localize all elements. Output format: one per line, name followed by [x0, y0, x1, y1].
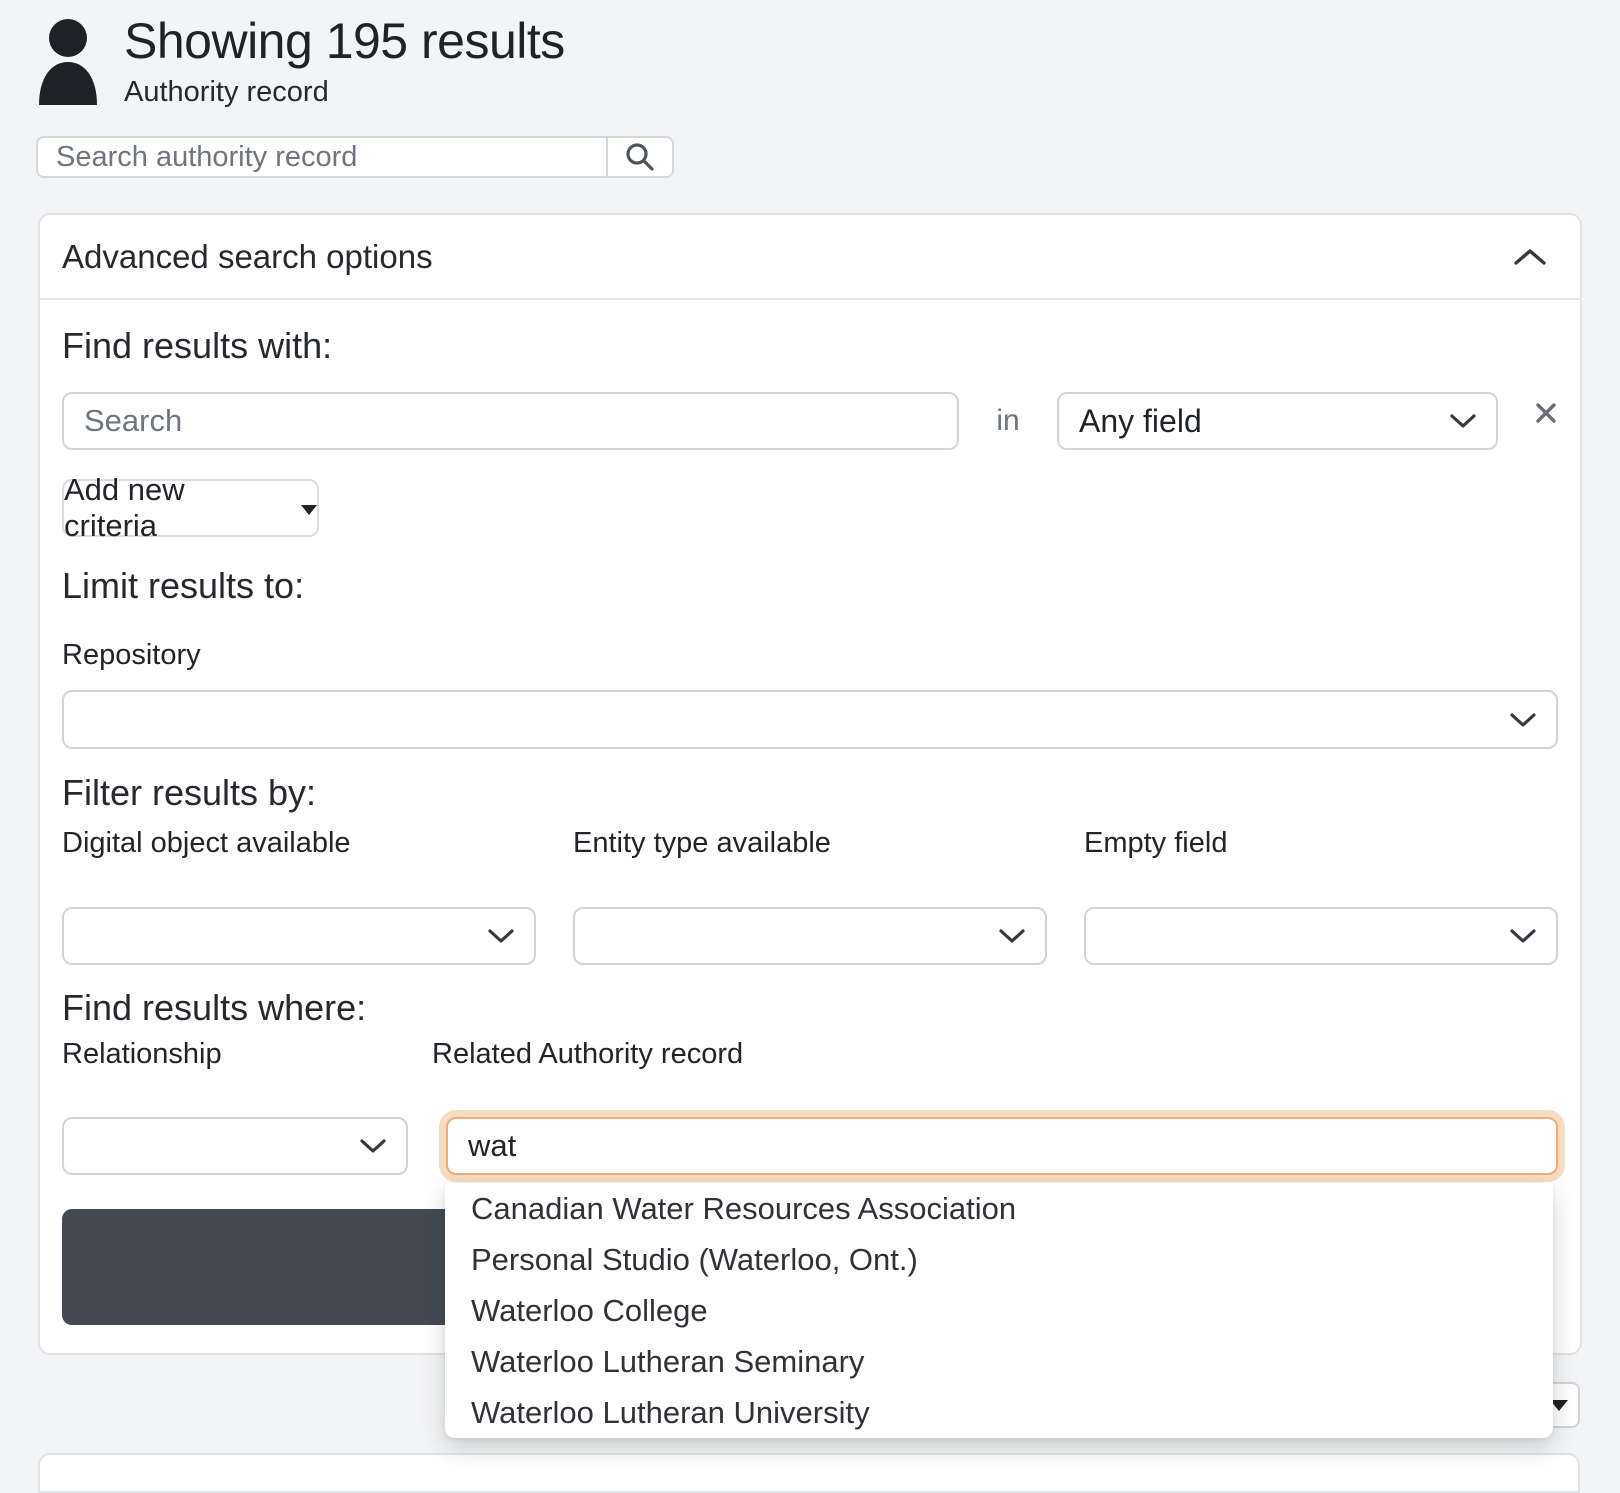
chevron-down-icon — [1510, 929, 1536, 943]
criteria-search-input[interactable] — [84, 403, 937, 439]
remove-criteria-icon[interactable] — [1536, 403, 1556, 423]
in-label: in — [996, 404, 1020, 437]
advanced-search-title: Advanced search options — [62, 237, 433, 275]
filter-results-heading: Filter results by: — [62, 772, 317, 813]
search-input[interactable] — [38, 138, 606, 176]
results-card — [38, 1453, 1580, 1493]
chevron-down-icon — [999, 929, 1025, 943]
autocomplete-dropdown: Canadian Water Resources Association Per… — [445, 1183, 1553, 1438]
empty-field-label: Empty field — [1084, 827, 1228, 859]
search-icon — [626, 143, 654, 171]
repository-select[interactable] — [62, 690, 1558, 749]
find-results-where-heading: Find results where: — [62, 987, 367, 1028]
authority-search-bar — [36, 136, 674, 178]
autocomplete-item[interactable]: Canadian Water Resources Association — [445, 1183, 1553, 1234]
relationship-select[interactable] — [62, 1117, 408, 1175]
related-authority-record-label: Related Authority record — [432, 1038, 744, 1070]
empty-field-select[interactable] — [1084, 907, 1558, 965]
person-icon — [39, 19, 97, 105]
autocomplete-item[interactable]: Waterloo Lutheran University — [445, 1387, 1553, 1438]
chevron-down-icon — [1510, 712, 1536, 727]
repository-label: Repository — [62, 639, 201, 671]
entity-type-available-label: Entity type available — [573, 827, 831, 859]
advanced-search-header[interactable]: Advanced search options — [40, 215, 1580, 300]
page-subtitle: Authority record — [124, 76, 329, 108]
field-select[interactable]: Any field — [1057, 392, 1498, 450]
chevron-down-icon — [488, 929, 514, 943]
page-title: Showing 195 results — [124, 13, 565, 69]
related-authority-record-input[interactable] — [468, 1128, 1536, 1164]
add-new-criteria-label: Add new criteria — [64, 472, 185, 543]
search-button[interactable] — [606, 138, 672, 176]
caret-down-icon — [301, 505, 317, 515]
relationship-label: Relationship — [62, 1038, 222, 1070]
limit-results-heading: Limit results to: — [62, 565, 305, 606]
autocomplete-item[interactable]: Waterloo Lutheran Seminary — [445, 1336, 1553, 1387]
autocomplete-item[interactable]: Personal Studio (Waterloo, Ont.) — [445, 1234, 1553, 1285]
entity-type-available-select[interactable] — [573, 907, 1047, 965]
digital-object-available-label: Digital object available — [62, 827, 351, 859]
criteria-search-field — [62, 392, 959, 450]
chevron-down-icon — [1450, 414, 1476, 428]
chevron-up-icon[interactable] — [1514, 248, 1546, 266]
field-select-value: Any field — [1079, 402, 1202, 439]
add-new-criteria-button[interactable]: Add new criteria — [62, 472, 319, 543]
page-header: Showing 195 results Authority record — [38, 12, 565, 109]
chevron-down-icon — [360, 1139, 386, 1153]
find-results-with-heading: Find results with: — [62, 325, 333, 366]
autocomplete-item[interactable]: Waterloo College — [445, 1285, 1553, 1336]
related-authority-record-field — [446, 1117, 1558, 1175]
digital-object-available-select[interactable] — [62, 907, 536, 965]
